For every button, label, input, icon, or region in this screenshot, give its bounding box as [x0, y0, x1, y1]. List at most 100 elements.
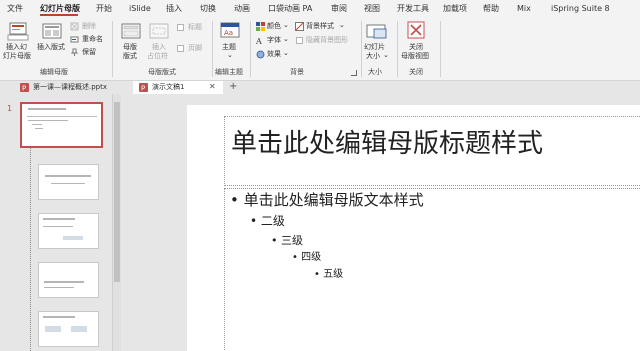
tab-pocket-animation[interactable]: 口袋动画 PA	[268, 3, 312, 14]
group-separator	[361, 21, 362, 77]
body-level-4-text: 四级	[301, 252, 322, 263]
body-level-4: • 四级	[292, 252, 322, 263]
theme-dropdown-icon: ⌄	[227, 51, 233, 59]
tab-transitions[interactable]: 切换	[200, 3, 216, 14]
close-master-view-label: 关闭	[409, 43, 423, 51]
tab-mix[interactable]: Mix	[517, 3, 531, 14]
tab-addins[interactable]: 加载项	[443, 3, 467, 14]
body-level-1-text: 单击此处编辑母版文本样式	[243, 191, 424, 209]
tab-animations[interactable]: 动画	[234, 3, 250, 14]
group-label-close: 关闭	[409, 68, 423, 76]
tab-insert[interactable]: 插入	[166, 3, 182, 14]
thumbnail-title-text	[43, 316, 75, 318]
insert-slide-master-icon	[7, 22, 29, 41]
body-level-3: • 三级	[271, 234, 303, 247]
thumbnail-title-line	[27, 116, 97, 117]
layout-thumbnail[interactable]	[38, 262, 99, 298]
insert-layout-icon	[42, 23, 62, 39]
thumbnail-title-text	[44, 281, 84, 283]
document-tab-label: 演示文稿1	[152, 83, 185, 91]
master-title-text: 单击此处编辑母版标题样式	[231, 129, 544, 159]
master-slide-number: 1	[7, 104, 13, 113]
chevron-down-icon: ⌄	[383, 51, 389, 59]
master-slide[interactable]: 单击此处编辑母版标题样式 • 单击此处编辑母版文本样式 • 二级 • 三级 • …	[187, 105, 640, 351]
body-level-2-text: 二级	[260, 214, 285, 228]
thumbnail-scrollbar[interactable]	[112, 94, 121, 351]
body-level-1: • 单击此处编辑母版文本样式	[230, 191, 424, 209]
chevron-down-icon: ⌄	[283, 21, 289, 29]
group-label-master-layout: 母版版式	[148, 68, 176, 76]
fonts-label: 字体	[267, 36, 281, 44]
document-tab-bar: P 第一课—课程概述.pptx P 演示文稿1 ✕ +	[0, 81, 640, 94]
footer-checkbox[interactable]	[177, 45, 184, 52]
tab-home[interactable]: 开始	[96, 3, 112, 14]
tab-slide-master[interactable]: 幻灯片母版	[40, 3, 80, 14]
pptx-file-icon: P	[20, 83, 29, 92]
thumbnail-body-text	[44, 287, 74, 288]
tab-view[interactable]: 视图	[364, 3, 380, 14]
ribbon: 插入幻 灯片母版 插入版式 删除 重命名 保留 编辑母版 母版 版式 插入 占位…	[0, 17, 640, 81]
tab-file[interactable]: 文件	[7, 3, 23, 14]
layout-thumbnail[interactable]	[38, 311, 99, 347]
rename-icon	[70, 36, 79, 43]
close-icon	[407, 21, 425, 39]
svg-text:P: P	[22, 85, 26, 93]
font-icon: A	[256, 37, 262, 45]
master-layout-icon	[121, 23, 141, 39]
close-tab-icon[interactable]: ✕	[209, 82, 216, 92]
theme-icon: Aa	[220, 22, 240, 38]
background-dialog-launcher-icon[interactable]	[351, 70, 357, 76]
insert-slide-master-label-2: 灯片母版	[3, 52, 31, 60]
close-master-view-label-2: 母版视图	[401, 52, 429, 60]
insert-layout-label: 插入版式	[37, 43, 65, 51]
background-styles-label: 背景样式	[306, 22, 334, 30]
rename-label: 重命名	[82, 35, 103, 43]
tab-help[interactable]: 帮助	[483, 3, 499, 14]
master-layout-label-2: 版式	[123, 52, 137, 60]
body-level-2: • 二级	[250, 214, 285, 228]
title-checkbox-label: 标题	[188, 23, 202, 31]
pin-icon	[70, 48, 79, 56]
body-placeholder[interactable]: • 单击此处编辑母版文本样式 • 二级 • 三级 • 四级 • 五级	[224, 188, 640, 351]
insert-placeholder-label: 插入	[152, 43, 166, 51]
svg-text:P: P	[141, 85, 145, 93]
title-placeholder[interactable]: 单击此处编辑母版标题样式	[224, 116, 640, 186]
new-tab-icon[interactable]: +	[229, 81, 237, 93]
insert-slide-master-label: 插入幻	[6, 43, 27, 51]
group-separator	[440, 21, 441, 77]
master-slide-thumbnail[interactable]	[20, 102, 103, 148]
scrollbar-thumb[interactable]	[114, 102, 120, 282]
tab-developer[interactable]: 开发工具	[397, 3, 429, 14]
chevron-down-icon: ⌄	[283, 49, 289, 57]
tab-review[interactable]: 审阅	[331, 3, 347, 14]
group-separator	[212, 21, 213, 77]
thumbnail-image	[71, 326, 87, 332]
pptx-file-icon: P	[139, 83, 148, 92]
body-level-5: • 五级	[314, 269, 344, 280]
tab-ispring[interactable]: iSpring Suite 8	[551, 3, 610, 14]
tab-islide[interactable]: iSlide	[129, 3, 151, 14]
insert-placeholder-label-2: 占位符	[147, 52, 168, 60]
thumbnail-body-text	[32, 124, 42, 125]
document-tab-active[interactable]: P 演示文稿1 ✕	[133, 81, 223, 94]
color-palette-icon	[256, 22, 265, 31]
background-styles-icon	[295, 22, 304, 31]
colors-label: 颜色	[267, 22, 281, 30]
slide-size-icon	[366, 24, 387, 39]
thumbnail-body-text	[35, 128, 43, 129]
hide-background-graphics-checkbox[interactable]	[296, 37, 303, 44]
group-label-background: 背景	[290, 68, 304, 76]
document-tab[interactable]: P 第一课—课程概述.pptx	[0, 81, 130, 94]
svg-text:Aa: Aa	[224, 29, 233, 37]
footer-checkbox-label: 页脚	[188, 44, 202, 52]
preserve-label: 保留	[82, 48, 96, 56]
slide-thumbnail-pane: 1	[0, 94, 126, 351]
group-label-edit-master: 编辑母版	[40, 68, 68, 76]
title-checkbox[interactable]	[177, 24, 184, 31]
layout-connector	[30, 146, 31, 351]
master-layout-label: 母版	[123, 43, 137, 51]
layout-thumbnail[interactable]	[38, 164, 99, 200]
effects-label: 效果	[267, 50, 281, 58]
layout-thumbnail[interactable]	[38, 213, 99, 249]
thumbnail-title-text	[45, 175, 91, 177]
